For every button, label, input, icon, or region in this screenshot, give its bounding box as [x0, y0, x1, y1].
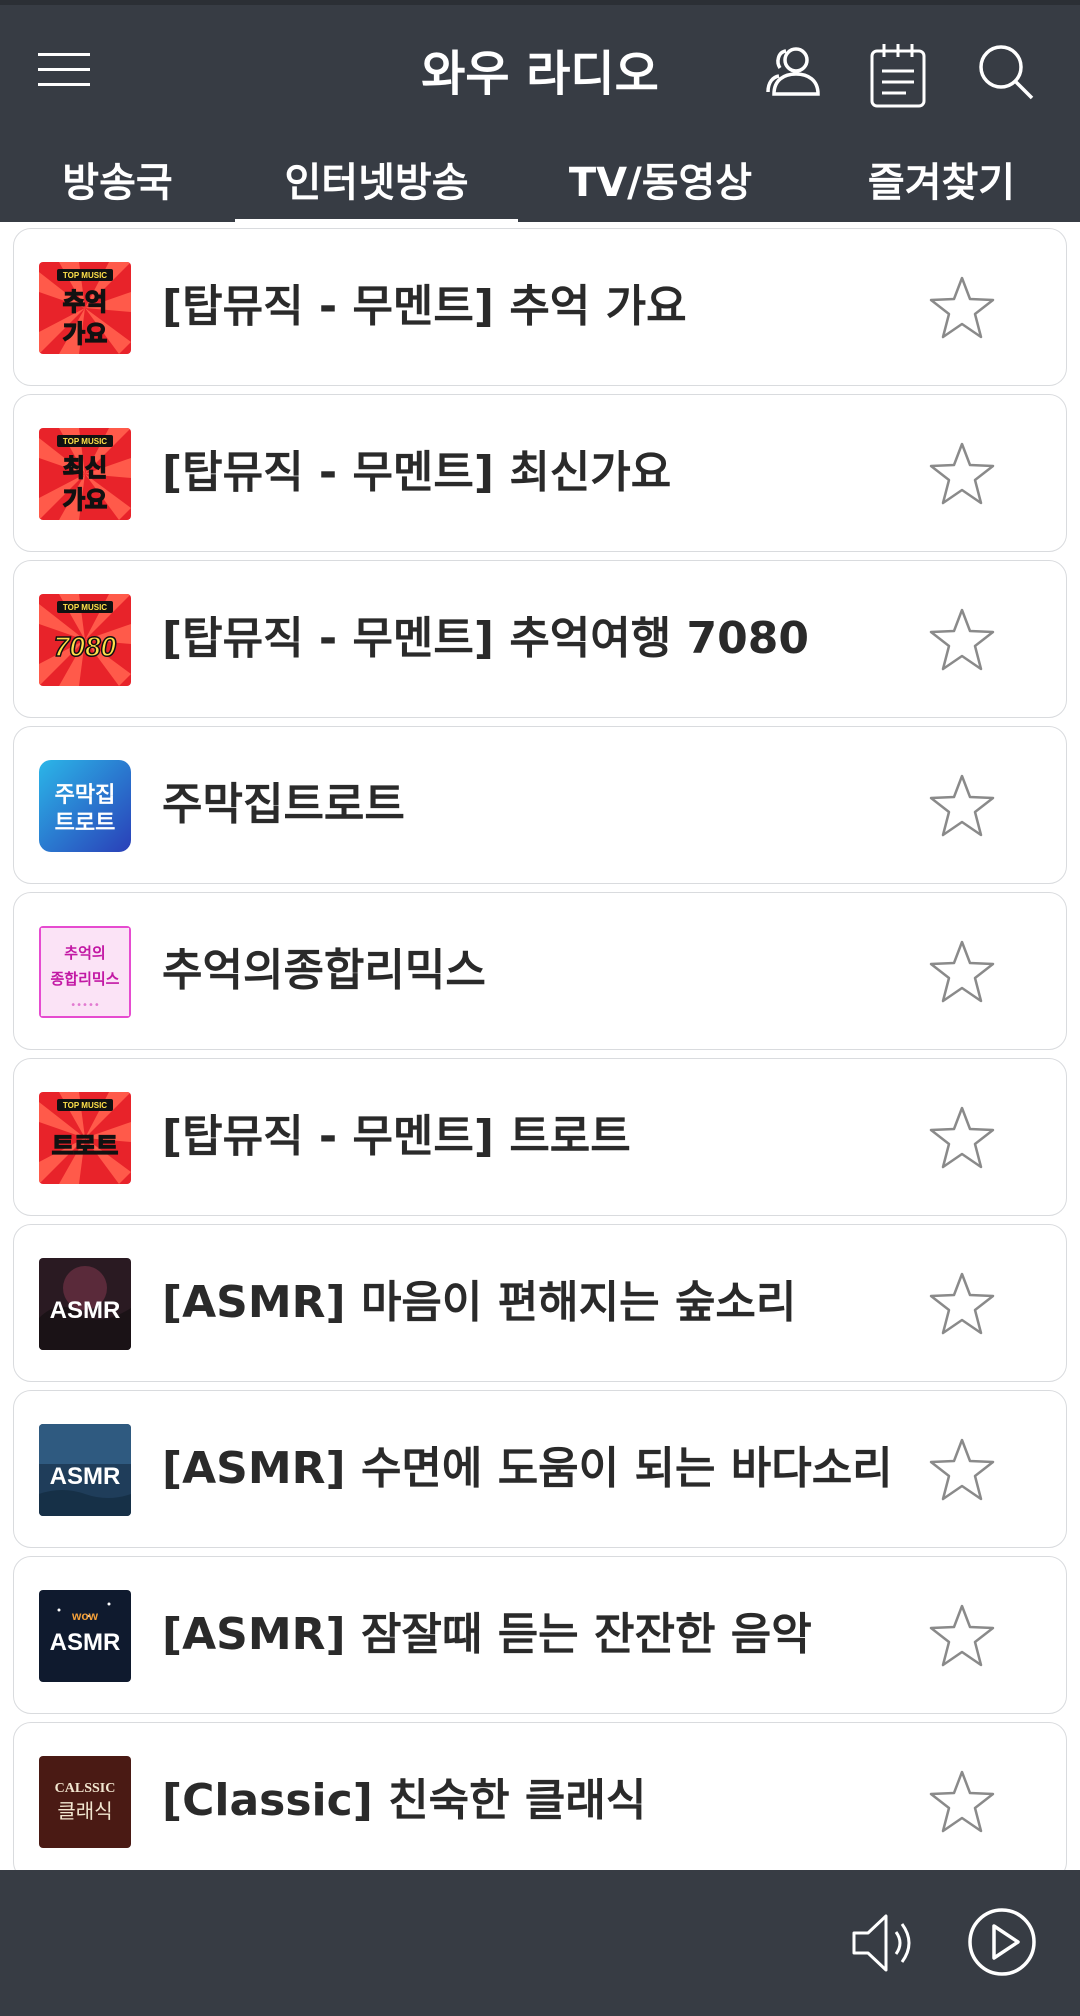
svg-text:wow: wow	[71, 1609, 99, 1623]
station-thumbnail: wow ASMR	[39, 1590, 131, 1682]
station-title: 주막집트로트	[162, 779, 405, 830]
tab-internet-broadcast[interactable]: 인터넷방송	[235, 140, 518, 227]
svg-text:주막집: 주막집	[55, 783, 116, 808]
station-thumbnail: TOP MUSIC 트로트	[39, 1092, 131, 1184]
station-list: TOP MUSIC 추억 가요 [탑뮤직 - 무멘트] 추억 가요 TOP MU…	[0, 222, 1080, 1870]
star-icon[interactable]	[929, 939, 995, 1005]
station-title: [Classic] 친숙한 클래식	[162, 1775, 647, 1826]
star-icon[interactable]	[929, 1769, 995, 1835]
svg-text:최신: 최신	[63, 454, 107, 482]
category-tabs: 방송국 인터넷방송 TV/동영상 즐겨찾기	[0, 140, 1080, 227]
star-icon[interactable]	[929, 1437, 995, 1503]
station-title: [ASMR] 수면에 도움이 되는 바다소리	[162, 1443, 893, 1494]
tab-tv-video[interactable]: TV/동영상	[518, 140, 803, 227]
station-thumbnail: 추억의 종합리믹스 •••••	[39, 926, 131, 1018]
thumb-badge: TOP MUSIC	[63, 271, 107, 280]
calendar-icon[interactable]	[862, 36, 934, 114]
tab-label: TV/동영상	[568, 159, 753, 206]
svg-text:•••••: •••••	[70, 1000, 100, 1011]
station-item[interactable]: 주막집 트로트 주막집트로트	[13, 726, 1067, 884]
thumb-badge: TOP MUSIC	[63, 603, 107, 612]
star-icon[interactable]	[929, 607, 995, 673]
station-item[interactable]: TOP MUSIC 추억 가요 [탑뮤직 - 무멘트] 추억 가요	[13, 228, 1067, 386]
svg-text:종합리믹스: 종합리믹스	[50, 970, 119, 988]
station-thumbnail: ASMR	[39, 1424, 131, 1516]
app-header: 와우 라디오 방송국 인터넷방송 TV/동영상 즐겨찾기	[0, 0, 1080, 227]
station-title: [ASMR] 마음이 편해지는 숲소리	[162, 1277, 797, 1328]
station-thumbnail: TOP MUSIC 7080	[39, 594, 131, 686]
tab-favorites[interactable]: 즐겨찾기	[803, 140, 1080, 227]
thumb-text: ASMR	[50, 1297, 121, 1324]
tab-label: 방송국	[62, 159, 173, 206]
star-icon[interactable]	[929, 1105, 995, 1171]
tab-broadcaster[interactable]: 방송국	[0, 140, 235, 227]
tab-label: 인터넷방송	[284, 159, 469, 206]
thumb-badge: TOP MUSIC	[63, 437, 107, 446]
tab-label: 즐겨찾기	[867, 159, 1016, 206]
station-thumbnail: ASMR	[39, 1258, 131, 1350]
svg-text:가요: 가요	[63, 486, 107, 514]
station-item[interactable]: ASMR [ASMR] 마음이 편해지는 숲소리	[13, 1224, 1067, 1382]
station-item[interactable]: TOP MUSIC 7080 [탑뮤직 - 무멘트] 추억여행 7080	[13, 560, 1067, 718]
station-title: [탑뮤직 - 무멘트] 트로트	[162, 1111, 631, 1162]
star-icon[interactable]	[929, 773, 995, 839]
station-title: 추억의종합리믹스	[162, 945, 486, 996]
station-item[interactable]: wow ASMR [ASMR] 잠잘때 듣는 잔잔한 음악	[13, 1556, 1067, 1714]
user-icon[interactable]	[758, 36, 830, 108]
station-item[interactable]: CALSSIC 클래식 [Classic] 친숙한 클래식	[13, 1722, 1067, 1870]
station-item[interactable]: TOP MUSIC 트로트 [탑뮤직 - 무멘트] 트로트	[13, 1058, 1067, 1216]
speaker-icon[interactable]	[848, 1908, 918, 1978]
station-title: [탑뮤직 - 무멘트] 추억 가요	[162, 281, 687, 332]
svg-text:CALSSIC: CALSSIC	[55, 1781, 116, 1796]
svg-text:클래식: 클래식	[57, 1799, 112, 1823]
thumb-text: ASMR	[50, 1463, 121, 1490]
thumb-text: ASMR	[50, 1629, 121, 1656]
thumb-badge: TOP MUSIC	[63, 1101, 107, 1110]
search-icon[interactable]	[970, 36, 1042, 108]
station-title: [ASMR] 잠잘때 듣는 잔잔한 음악	[162, 1609, 812, 1660]
star-icon[interactable]	[929, 275, 995, 341]
svg-text:트로트: 트로트	[55, 811, 116, 836]
svg-text:추억: 추억	[63, 288, 107, 316]
station-title: [탑뮤직 - 무멘트] 추억여행 7080	[162, 613, 810, 664]
play-icon[interactable]	[966, 1906, 1038, 1978]
station-thumbnail: TOP MUSIC 추억 가요	[39, 262, 131, 354]
thumb-text: 7080	[54, 631, 117, 662]
station-thumbnail: CALSSIC 클래식	[39, 1756, 131, 1848]
svg-text:가요: 가요	[63, 320, 107, 348]
star-icon[interactable]	[929, 1603, 995, 1669]
star-icon[interactable]	[929, 441, 995, 507]
star-icon[interactable]	[929, 1271, 995, 1337]
thumb-text: 트로트	[52, 1132, 118, 1160]
svg-text:추억의: 추억의	[64, 944, 105, 962]
station-thumbnail: 주막집 트로트	[39, 760, 131, 852]
station-item[interactable]: 추억의 종합리믹스 ••••• 추억의종합리믹스	[13, 892, 1067, 1050]
app-root: 와우 라디오 방송국 인터넷방송 TV/동영상 즐겨찾기 TOP MUSIC 추…	[0, 0, 1080, 2016]
top-bar: 와우 라디오	[0, 10, 1080, 135]
station-thumbnail: TOP MUSIC 최신 가요	[39, 428, 131, 520]
station-item[interactable]: ASMR [ASMR] 수면에 도움이 되는 바다소리	[13, 1390, 1067, 1548]
station-title: [탑뮤직 - 무멘트] 최신가요	[162, 447, 672, 498]
player-bar	[0, 1870, 1080, 2016]
station-item[interactable]: TOP MUSIC 최신 가요 [탑뮤직 - 무멘트] 최신가요	[13, 394, 1067, 552]
